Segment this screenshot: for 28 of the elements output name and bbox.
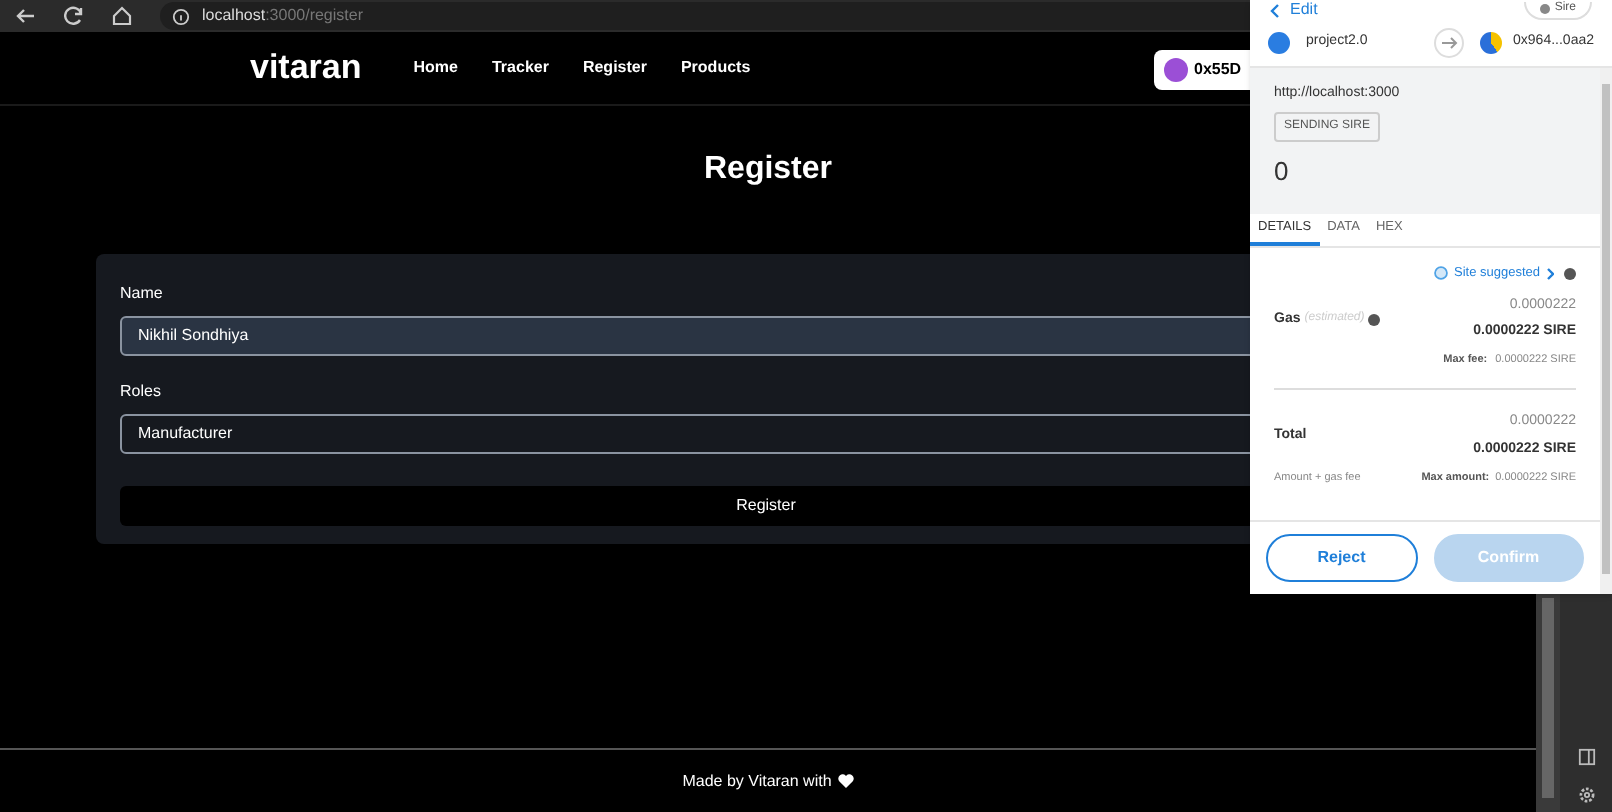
reject-button[interactable]: Reject xyxy=(1266,534,1417,582)
back-icon[interactable] xyxy=(16,6,36,26)
scrollbar[interactable] xyxy=(1536,594,1560,812)
brand-logo[interactable]: vitaran xyxy=(250,42,362,94)
popup-scrollbar[interactable] xyxy=(1600,68,1612,594)
wallet-chip[interactable]: 0x55D xyxy=(1154,50,1250,90)
recipient-avatar-icon xyxy=(1479,32,1502,54)
field-label: Name xyxy=(120,282,165,306)
back-chevron-icon[interactable] xyxy=(1270,3,1280,17)
account-avatar-icon xyxy=(1268,32,1290,54)
account-avatar-icon xyxy=(1164,58,1188,82)
heart-icon xyxy=(837,774,854,788)
nav-link[interactable]: Home xyxy=(413,56,458,80)
chevron-icon xyxy=(1546,267,1554,280)
page-title: Register xyxy=(703,150,833,190)
footer-text: Made by Vitaran with xyxy=(682,769,832,793)
nav-link[interactable]: Products xyxy=(680,56,751,80)
edit-link[interactable]: Edit xyxy=(1290,0,1318,22)
url-text: localhost:3000/register xyxy=(202,4,363,28)
reload-icon[interactable] xyxy=(64,6,84,26)
globe-icon xyxy=(1433,266,1448,281)
amount-text: 0 xyxy=(1274,153,1289,189)
home-icon[interactable] xyxy=(112,6,132,26)
nav-link[interactable]: Register xyxy=(582,56,647,80)
field-label: Roles xyxy=(120,380,163,404)
settings-icon[interactable] xyxy=(1577,786,1595,804)
nav-link[interactable]: Tracker xyxy=(491,56,549,80)
sidebar-panel-icon[interactable] xyxy=(1577,748,1595,766)
